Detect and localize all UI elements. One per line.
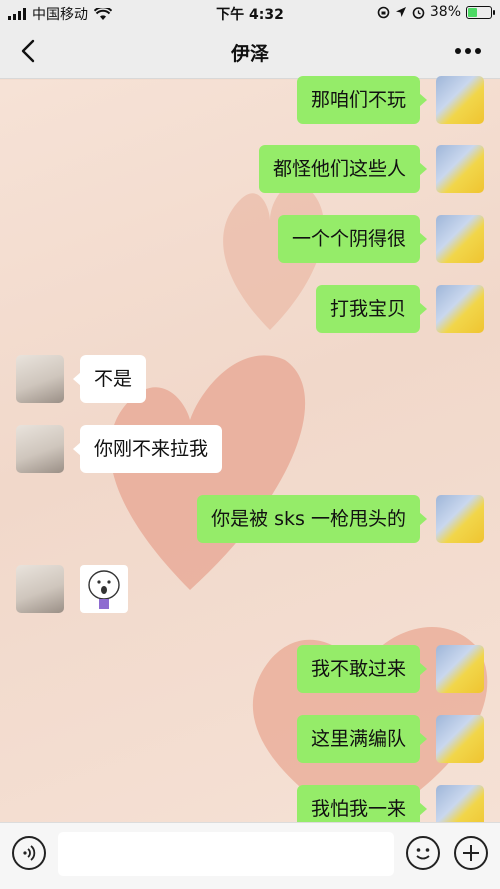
message-bubble[interactable]: 一个个阴得很 (277, 215, 428, 263)
message-bubble[interactable]: 你刚不来拉我 (72, 425, 223, 473)
sticker-image[interactable] (80, 565, 128, 613)
voice-button[interactable] (12, 836, 46, 870)
my-avatar[interactable] (436, 715, 484, 763)
battery-icon (466, 5, 495, 19)
message-row: 不是 (0, 355, 500, 403)
emoji-button[interactable] (406, 836, 440, 870)
message-bubble[interactable]: 打我宝贝 (315, 285, 428, 333)
message-row: 这里满编队 (0, 715, 500, 763)
more-options-icon[interactable] (454, 44, 482, 58)
message-row: 打我宝贝 (0, 285, 500, 333)
cartoon-face-sticker-icon (88, 570, 120, 609)
message-input[interactable] (58, 832, 394, 876)
alarm-icon (412, 6, 425, 19)
message-bubble[interactable]: 我不敢过来 (296, 645, 428, 693)
message-row: 那咱们不玩 (0, 76, 500, 124)
more-functions-button[interactable] (454, 836, 488, 870)
my-avatar[interactable] (436, 495, 484, 543)
message-bubble[interactable]: 那咱们不玩 (296, 76, 428, 124)
my-avatar[interactable] (436, 215, 484, 263)
rotation-lock-icon (377, 6, 390, 18)
voice-icon (23, 845, 36, 861)
my-avatar[interactable] (436, 285, 484, 333)
message-row (0, 565, 500, 613)
message-row: 一个个阴得很 (0, 215, 500, 263)
message-row: 我不敢过来 (0, 645, 500, 693)
chat-header: 伊泽 (0, 26, 500, 79)
status-bar: 中国移动 下午 4:32 38% (0, 0, 500, 26)
contact-avatar[interactable] (16, 355, 64, 403)
message-bubble[interactable]: 这里满编队 (296, 715, 428, 763)
message-row: 你刚不来拉我 (0, 425, 500, 473)
contact-avatar[interactable] (16, 425, 64, 473)
message-row: 都怪他们这些人 (0, 145, 500, 193)
battery-percent: 38% (429, 4, 461, 20)
my-avatar[interactable] (436, 145, 484, 193)
message-bubble[interactable]: 都怪他们这些人 (258, 145, 428, 193)
plus-icon (463, 845, 479, 861)
location-icon (395, 7, 406, 17)
my-avatar[interactable] (436, 76, 484, 124)
my-avatar[interactable] (436, 645, 484, 693)
message-bubble[interactable]: 不是 (72, 355, 147, 403)
input-bar (0, 822, 500, 889)
emoji-icon (416, 848, 430, 860)
contact-avatar[interactable] (16, 565, 64, 613)
chat-title: 伊泽 (230, 43, 269, 65)
message-bubble[interactable]: 你是被 sks 一枪甩头的 (197, 495, 427, 543)
message-row: 你是被 sks 一枪甩头的 (0, 495, 500, 543)
